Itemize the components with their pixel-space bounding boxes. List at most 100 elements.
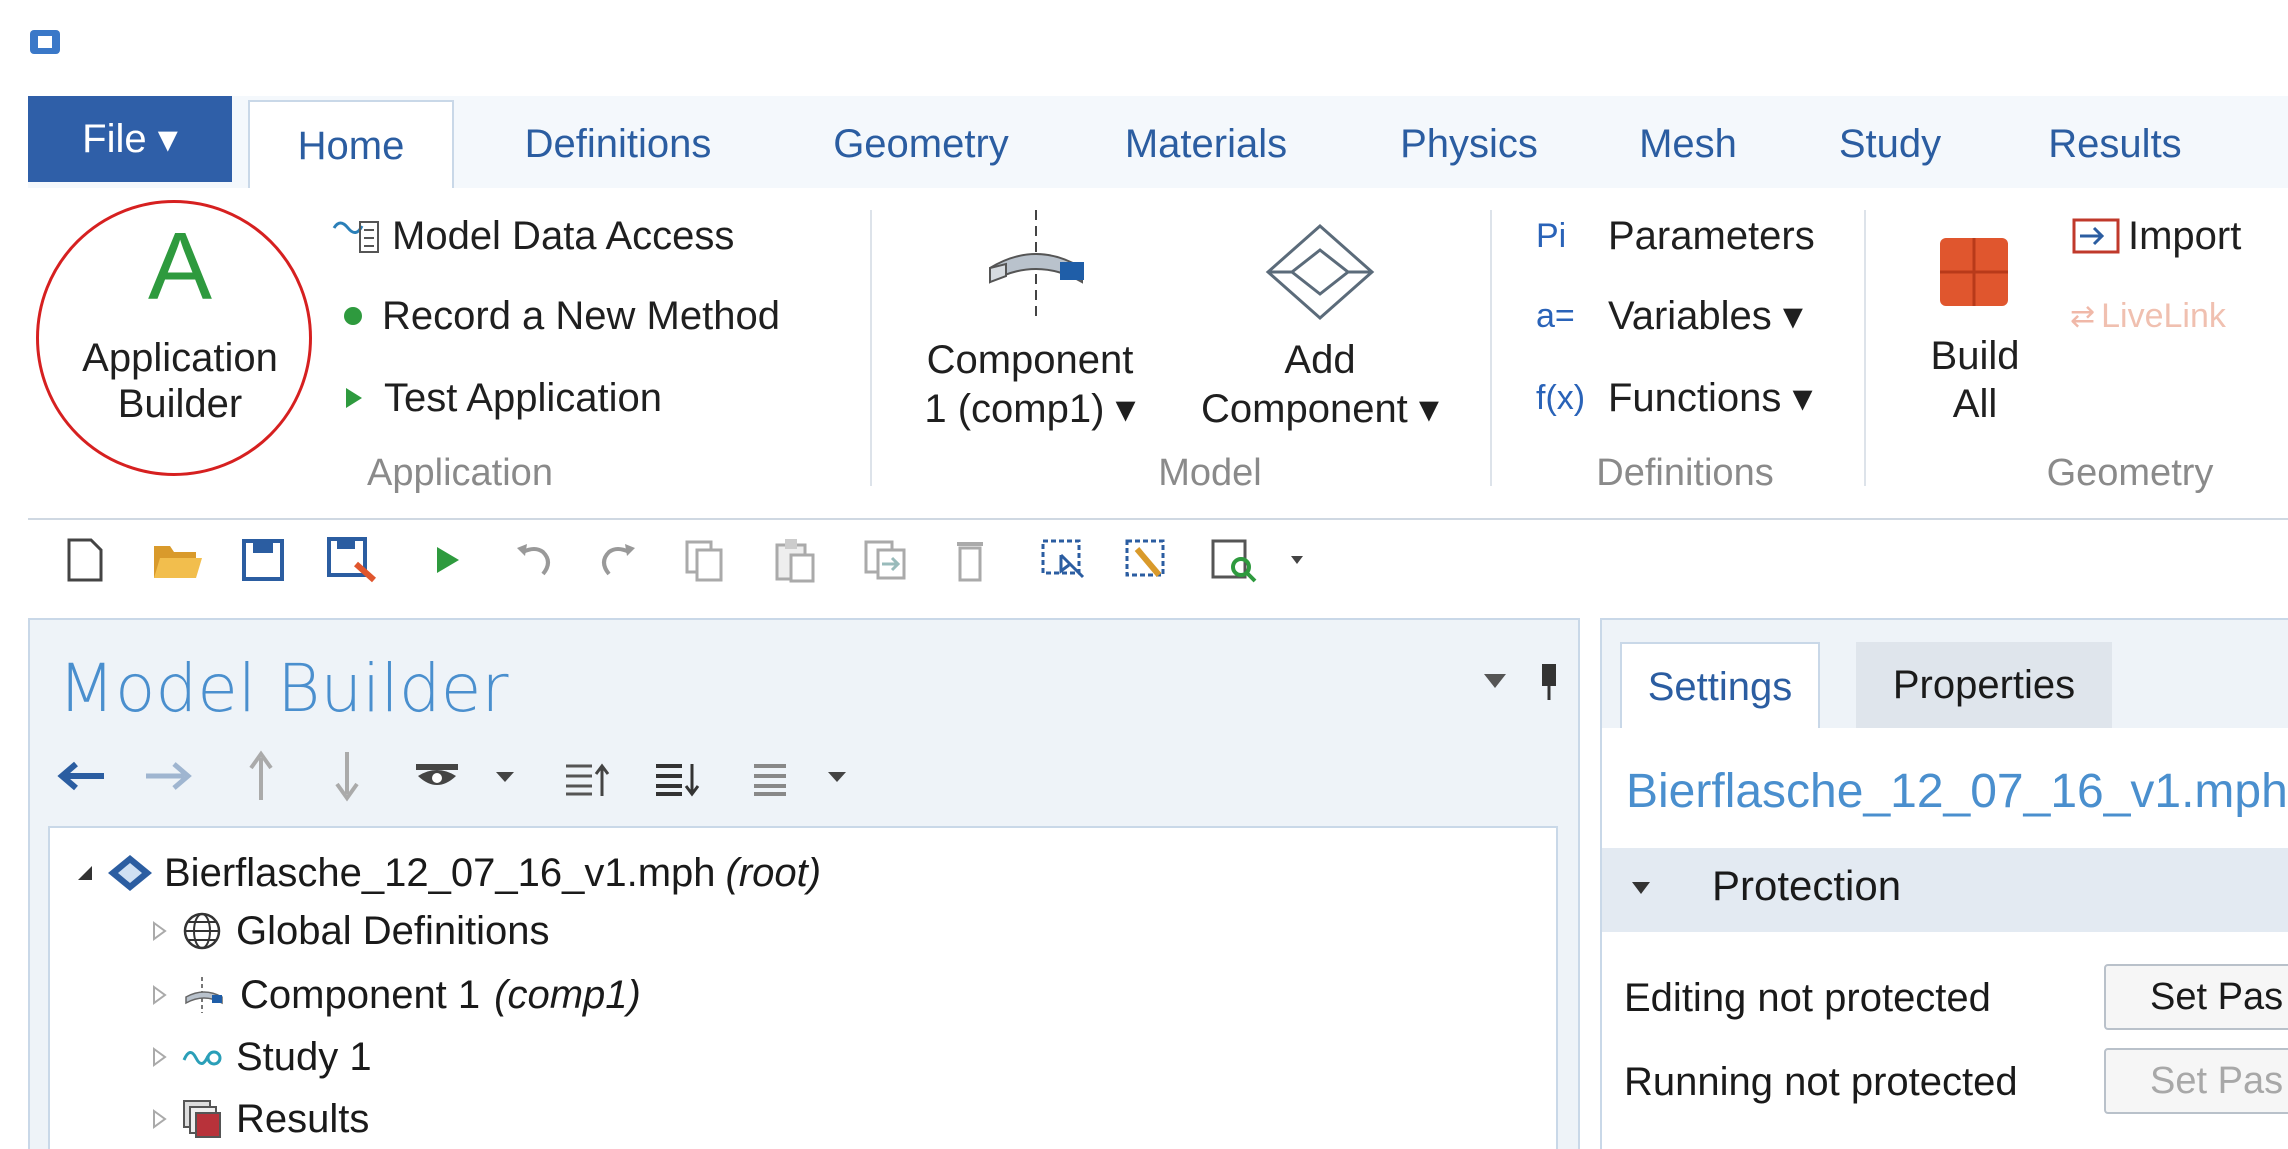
tab-materials[interactable]: Materials <box>1098 100 1314 188</box>
editing-protection-label: Editing not protected <box>1624 976 1991 1020</box>
collapse-all-icon[interactable] <box>562 760 612 803</box>
tree-item-results[interactable]: Results <box>150 1094 369 1144</box>
app-icon <box>28 28 62 56</box>
component-button[interactable]: Component 1 (comp1) ▾ <box>900 206 1160 446</box>
parameters-button[interactable]: Pi Parameters <box>1536 210 1815 262</box>
tree-item-root[interactable]: Bierflasche_12_07_16_v1.mph (root) <box>74 848 821 898</box>
protection-section-header[interactable] <box>1602 848 2288 932</box>
test-application-label: Test Application <box>384 375 662 420</box>
collapsed-arrow-icon[interactable] <box>150 1046 168 1068</box>
variables-label: Variables ▾ <box>1608 294 1803 338</box>
move-down-icon[interactable] <box>332 748 362 809</box>
tree-item-study-1[interactable]: Study 1 <box>150 1032 372 1082</box>
tree-item-global-definitions[interactable]: Global Definitions <box>150 906 550 956</box>
livelink-button[interactable]: ⇄ LiveLink <box>2070 290 2226 342</box>
tab-properties[interactable]: Properties <box>1856 642 2112 728</box>
tab-results[interactable]: Results <box>2030 100 2200 188</box>
functions-button[interactable]: f(x) Functions ▾ <box>1536 372 1813 424</box>
build-all-button[interactable]: Build All <box>1890 226 2060 436</box>
import-button[interactable]: Import <box>2070 210 2241 262</box>
find-icon[interactable] <box>1206 530 1262 590</box>
livelink-icon: ⇄ <box>2070 299 2096 333</box>
tab-geometry[interactable]: Geometry <box>812 100 1030 188</box>
tab-study[interactable]: Study <box>1820 100 1960 188</box>
tree-item-label: Study 1 <box>236 1034 372 1079</box>
ribbon-separator <box>1490 210 1492 486</box>
group-label-definitions: Definitions <box>1596 452 1774 494</box>
variables-button[interactable]: a= Variables ▾ <box>1536 290 1803 342</box>
tab-home[interactable]: Home <box>248 100 454 190</box>
tree-item-label: Bierflasche_12_07_16_v1.mph <box>164 850 716 895</box>
import-icon <box>2072 218 2120 254</box>
play-icon <box>346 388 362 408</box>
set-editing-password-button[interactable]: Set Pas <box>2104 964 2288 1030</box>
forward-icon[interactable] <box>142 756 194 801</box>
record-dot-icon <box>344 307 362 325</box>
tab-physics[interactable]: Physics <box>1374 100 1564 188</box>
tab-mesh[interactable]: Mesh <box>1618 100 1758 188</box>
list-view-icon[interactable] <box>750 760 790 803</box>
expand-all-icon[interactable] <box>652 760 702 803</box>
delete-icon[interactable] <box>950 530 990 590</box>
add-component-button[interactable]: Add Component ▾ <box>1180 206 1460 446</box>
copy-icon[interactable] <box>680 530 730 590</box>
redo-icon[interactable] <box>592 530 642 590</box>
model-data-access-button[interactable]: Model Data Access <box>330 210 734 262</box>
functions-label: Functions ▾ <box>1608 376 1813 420</box>
new-icon[interactable] <box>60 530 110 590</box>
duplicate-icon[interactable] <box>860 530 910 590</box>
clear-selection-icon[interactable] <box>1120 530 1176 590</box>
tree-item-component-1[interactable]: Component 1 (comp1) <box>150 970 641 1020</box>
run-icon[interactable] <box>428 530 468 590</box>
build-all-label-2: All <box>1952 382 1998 426</box>
pin-icon[interactable] <box>1538 662 1560 707</box>
component-label-2: 1 (comp1) ▾ <box>924 387 1136 431</box>
expanded-arrow-icon[interactable] <box>74 862 96 884</box>
set-running-password-button[interactable]: Set Pas <box>2104 1048 2288 1114</box>
paste-icon[interactable] <box>770 530 820 590</box>
model-root-icon <box>108 855 152 891</box>
select-icon[interactable] <box>1036 530 1092 590</box>
add-component-label-2: Component ▾ <box>1201 387 1439 431</box>
model-data-access-label: Model Data Access <box>392 213 735 258</box>
file-menu-button[interactable]: File ▾ <box>28 96 232 182</box>
tab-settings[interactable]: Settings <box>1620 642 1820 730</box>
study-icon <box>182 1050 222 1066</box>
component-tree-icon <box>185 977 223 1013</box>
tree-item-suffix: (root) <box>725 850 822 895</box>
section-collapse-icon[interactable] <box>1630 880 1652 901</box>
build-all-label-1: Build <box>1930 334 2020 378</box>
ribbon-separator <box>1864 210 1866 486</box>
running-protection-label: Running not protected <box>1624 1060 2018 1104</box>
panel-menu-icon[interactable] <box>1482 672 1508 695</box>
parameters-icon: Pi <box>1536 216 1567 255</box>
tab-definitions[interactable]: Definitions <box>488 100 748 188</box>
open-folder-icon[interactable] <box>150 530 206 590</box>
collapsed-arrow-icon[interactable] <box>150 984 168 1006</box>
collapsed-arrow-icon[interactable] <box>150 920 168 942</box>
collapsed-arrow-icon[interactable] <box>150 1108 168 1130</box>
livelink-label: LiveLink <box>2101 296 2226 335</box>
tree-item-suffix: (comp1) <box>494 972 641 1017</box>
tree-item-label: Global Definitions <box>236 908 550 953</box>
model-data-access-icon <box>332 221 379 253</box>
show-dropdown-icon[interactable] <box>494 770 516 789</box>
import-label: Import <box>2128 213 2242 258</box>
protection-section-title: Protection <box>1712 862 1902 909</box>
parameters-label: Parameters <box>1608 213 1815 258</box>
group-label-model: Model <box>1158 452 1262 494</box>
save-icon[interactable] <box>238 530 288 590</box>
component-label-1: Component <box>926 338 1134 382</box>
toolbar-overflow-icon[interactable] <box>1282 530 1312 590</box>
save-as-icon[interactable] <box>324 530 380 590</box>
test-application-button[interactable]: Test Application <box>344 372 662 424</box>
add-component-icon <box>1265 223 1375 321</box>
show-more-options-icon[interactable] <box>412 760 462 799</box>
list-dropdown-icon[interactable] <box>826 770 848 789</box>
record-method-button[interactable]: Record a New Method <box>344 290 780 342</box>
undo-icon[interactable] <box>510 530 560 590</box>
move-up-icon[interactable] <box>246 748 276 809</box>
tree-item-label: Component 1 <box>240 972 481 1017</box>
component-icon <box>989 210 1084 322</box>
back-icon[interactable] <box>56 756 108 801</box>
